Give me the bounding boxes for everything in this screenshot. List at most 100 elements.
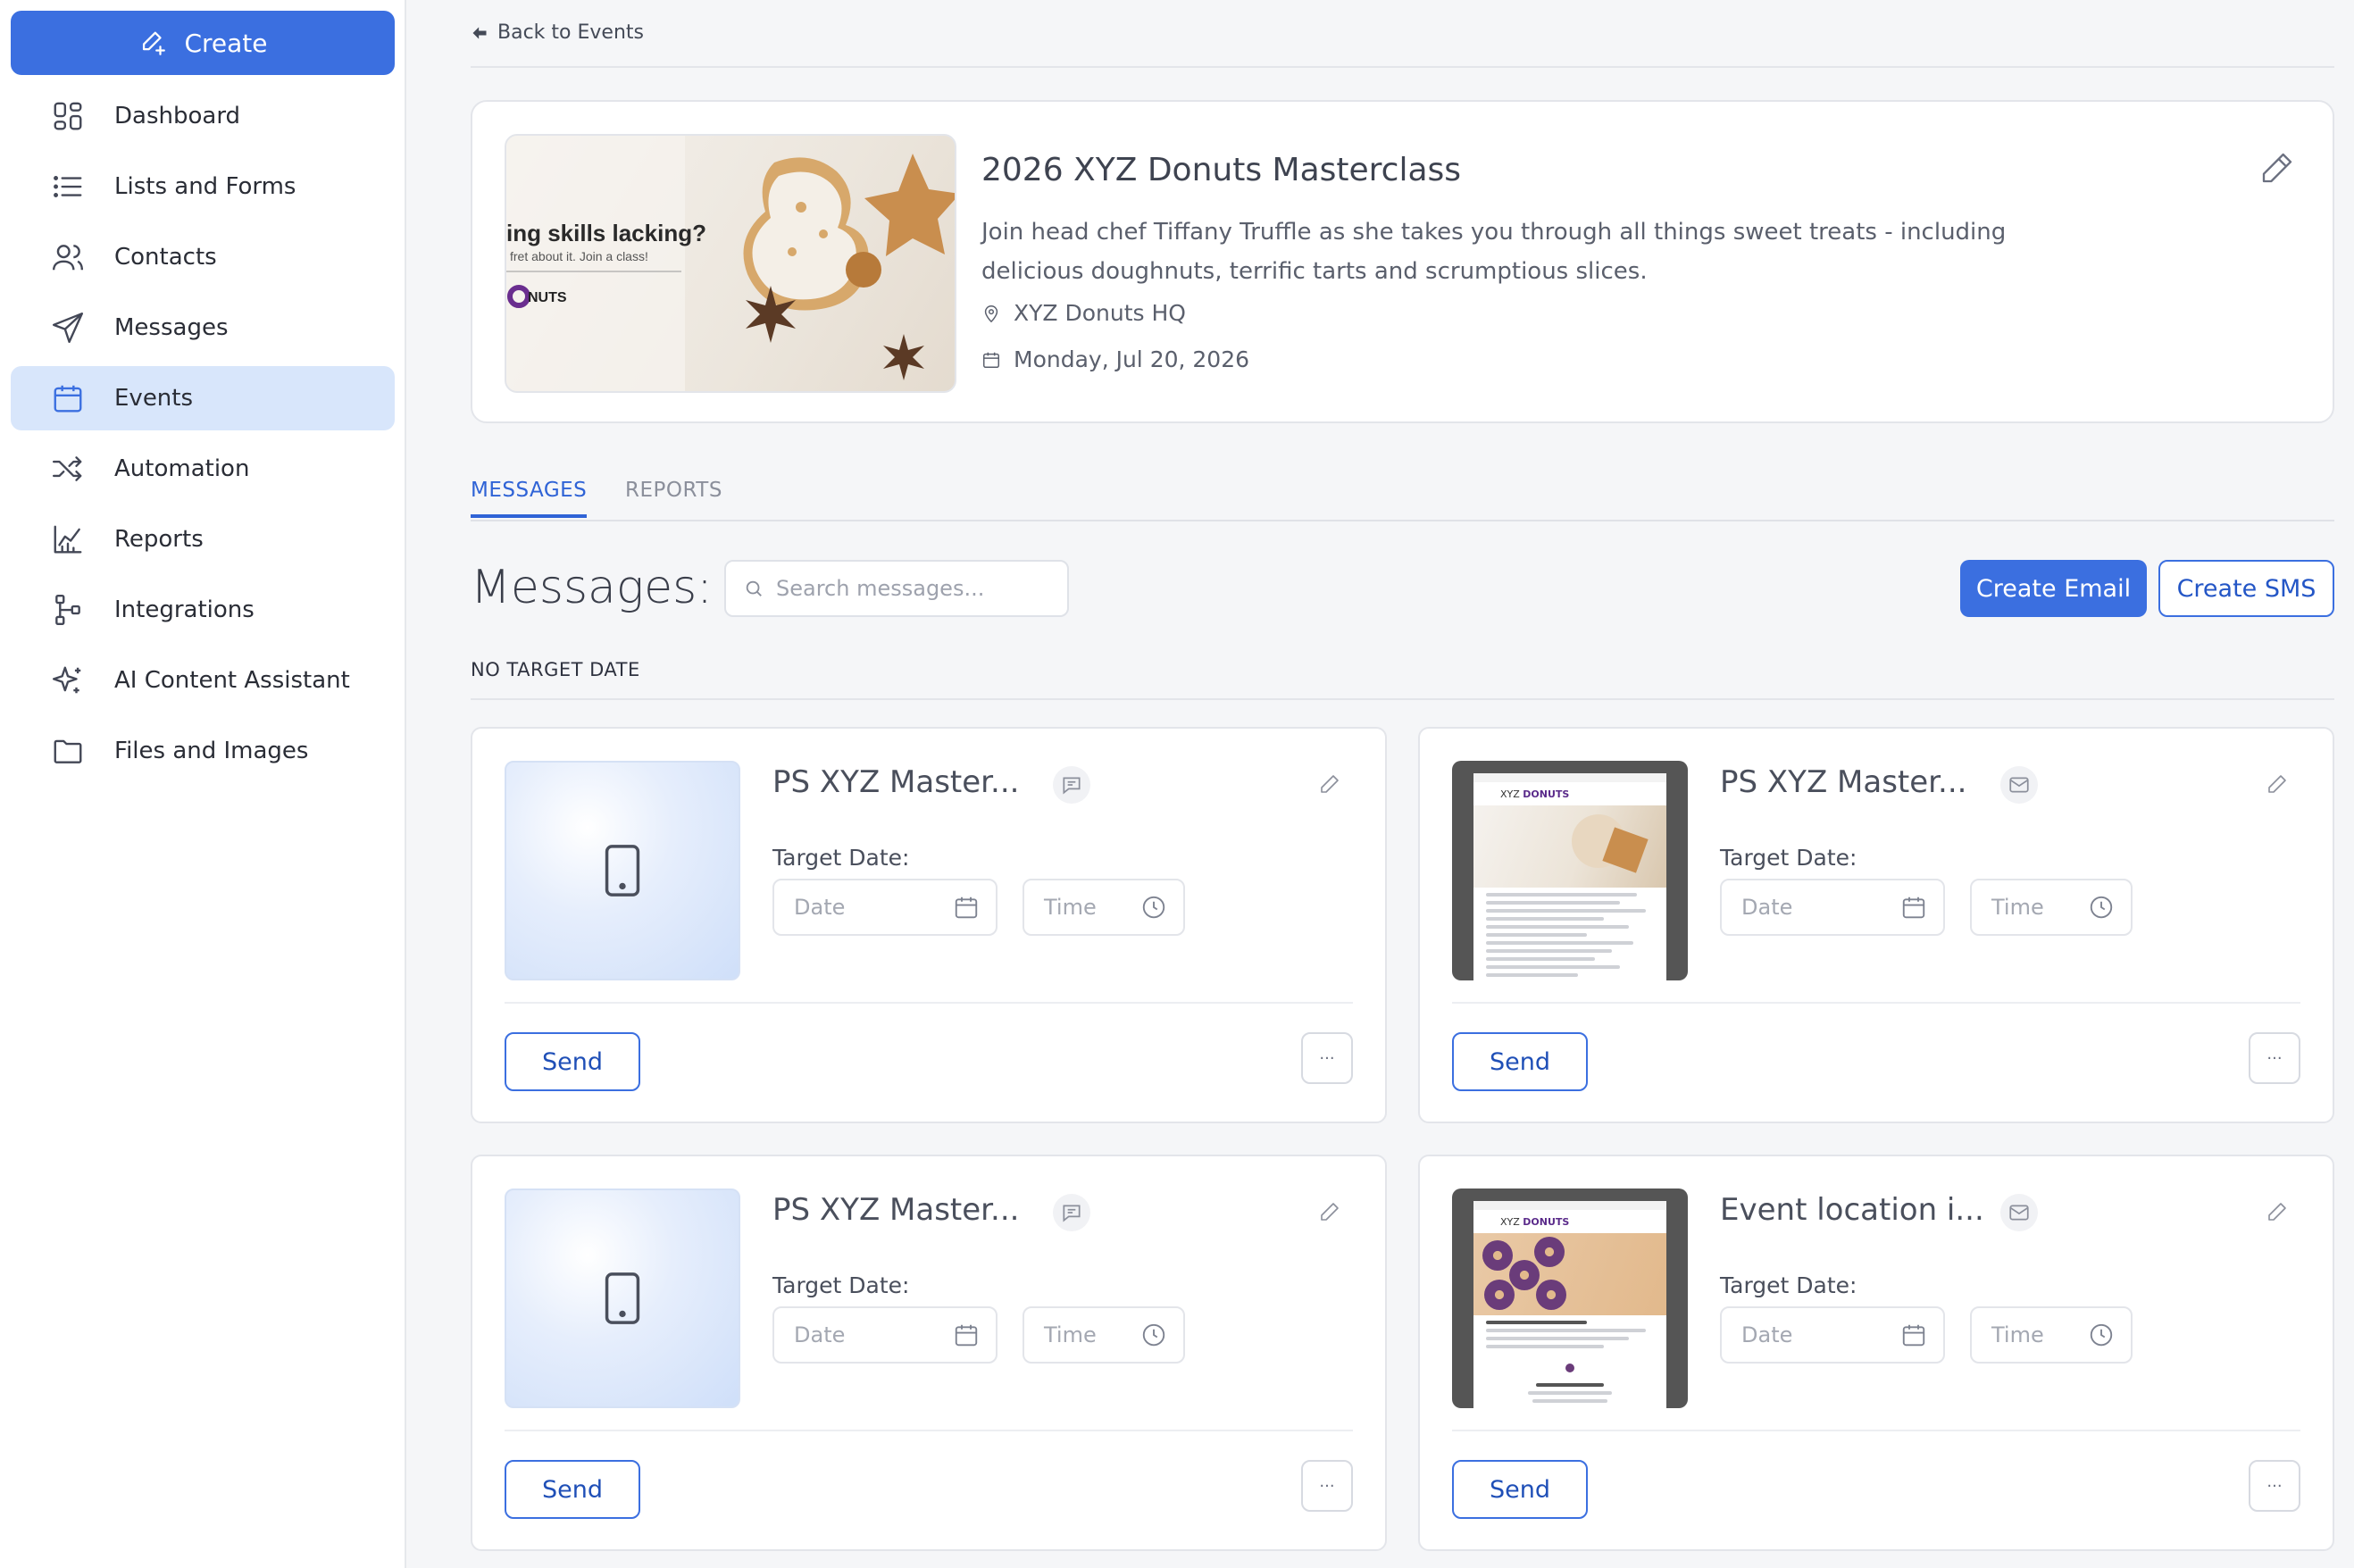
target-date-label: Target Date: [1720,845,1857,871]
sidebar-item-integrations[interactable]: Integrations [11,578,395,642]
time-field[interactable]: Time [1970,879,2133,936]
sidebar-item-lists-and-forms[interactable]: Lists and Forms [11,154,395,219]
sms-thumbnail[interactable] [505,761,740,980]
event-location-text: XYZ Donuts HQ [1014,300,1186,326]
date-field[interactable]: Date [772,879,998,936]
sidebar-item-label: Integrations [114,596,255,623]
more-options-button[interactable]: ··· [2249,1460,2300,1512]
message-title: Event location i... [1720,1192,1984,1228]
time-field[interactable]: Time [1023,879,1185,936]
email-type-icon [2000,1194,2038,1231]
email-thumbnail[interactable]: XYZ DONUTS [1452,761,1688,980]
time-placeholder: Time [1991,895,2044,920]
date-field[interactable]: Date [1720,879,1945,936]
sidebar-item-label: Contacts [114,244,217,271]
create-sms-button[interactable]: Create SMS [2158,560,2334,617]
event-title: 2026 XYZ Donuts Masterclass [981,152,1462,188]
message-card: XYZ DONUTS PS XYZ Master... Target Date:… [1418,727,2334,1123]
back-to-events-link[interactable]: Back to Events [471,21,644,44]
edit-event-pencil-icon[interactable] [2259,150,2295,186]
sidebar-item-files-and-images[interactable]: Files and Images [11,719,395,783]
time-placeholder: Time [1044,895,1097,920]
sms-type-icon [1053,766,1090,804]
target-date-label: Target Date: [772,845,910,871]
date-field[interactable]: Date [772,1306,998,1364]
time-field[interactable]: Time [1023,1306,1185,1364]
create-email-button[interactable]: Create Email [1960,560,2147,617]
send-button[interactable]: Send [505,1460,640,1519]
sms-thumbnail[interactable] [505,1189,740,1408]
clock-icon [2090,1323,2113,1347]
calendar-icon [50,380,86,416]
divider [471,66,2334,68]
tab-bar: MESSAGES REPORTS [471,473,2334,521]
target-date-label: Target Date: [772,1272,910,1298]
sidebar-item-messages[interactable]: Messages [11,296,395,360]
sidebar-item-dashboard[interactable]: Dashboard [11,84,395,148]
tab-messages[interactable]: MESSAGES [471,479,588,518]
send-button[interactable]: Send [1452,1460,1588,1519]
create-button-label: Create [184,28,268,58]
send-button[interactable]: Send [505,1032,640,1091]
calendar-icon [983,352,999,368]
calendar-icon [955,897,978,919]
time-field[interactable]: Time [1970,1306,2133,1364]
time-placeholder: Time [1044,1322,1097,1347]
create-button[interactable]: Create [11,11,395,75]
sidebar-item-label: Lists and Forms [114,173,296,200]
messages-heading: Messages: [471,561,713,614]
sidebar-item-automation[interactable]: Automation [11,437,395,501]
sidebar-item-label: Reports [114,526,204,553]
date-placeholder: Date [794,895,846,920]
more-options-button[interactable]: ··· [2249,1032,2300,1084]
time-placeholder: Time [1991,1322,2044,1347]
chart-icon [50,521,86,557]
more-options-button[interactable]: ··· [1301,1460,1353,1512]
main-content: Back to Events ing skills lacking? fret … [471,0,2334,1568]
event-description: Join head chef Tiffany Truffle as she ta… [981,219,2007,285]
divider [1452,1430,2300,1431]
event-location: XYZ Donuts HQ [981,300,1186,326]
clock-icon [1142,1323,1165,1347]
search-icon [746,580,762,596]
clock-icon [1142,896,1165,919]
edit-message-pencil-icon[interactable] [2266,1201,2288,1222]
email-type-icon [2000,766,2038,804]
edit-message-pencil-icon[interactable] [2266,773,2288,795]
send-button[interactable]: Send [1452,1032,1588,1091]
integrations-icon [50,592,86,628]
event-banner-art: ing skills lacking? fret about it. Join … [506,136,955,391]
sidebar-item-ai-content-assistant[interactable]: AI Content Assistant [11,648,395,713]
email-thumbnail[interactable]: XYZ DONUTS [1452,1189,1688,1408]
sidebar-item-reports[interactable]: Reports [11,507,395,571]
folder-icon [50,733,86,769]
clock-icon [2090,896,2113,919]
mobile-phone-icon [605,845,640,897]
calendar-icon [1902,1324,1925,1347]
date-field[interactable]: Date [1720,1306,1945,1364]
event-date: Monday, Jul 20, 2026 [981,346,1249,372]
date-placeholder: Date [1741,1322,1793,1347]
search-box [724,560,1069,617]
date-placeholder: Date [794,1322,846,1347]
edit-message-pencil-icon[interactable] [1319,1201,1340,1222]
sidebar-item-label: Dashboard [114,103,241,129]
divider [1452,1002,2300,1004]
edit-message-pencil-icon[interactable] [1319,773,1340,795]
message-card: PS XYZ Master... Target Date: Date Time … [471,727,1387,1123]
banner-subline: fret about it. Join a class! [510,249,648,263]
sms-type-icon [1053,1194,1090,1231]
sidebar-item-label: AI Content Assistant [114,667,350,694]
search-messages-input[interactable] [776,576,1062,601]
calendar-icon [955,1324,978,1347]
sidebar-item-label: Files and Images [114,738,309,764]
mobile-phone-icon [605,1272,640,1324]
tab-reports[interactable]: REPORTS [625,479,722,502]
more-options-button[interactable]: ··· [1301,1032,1353,1084]
sidebar-item-label: Messages [114,314,229,341]
message-card: PS XYZ Master... Target Date: Date Time … [471,1155,1387,1551]
sidebar-item-contacts[interactable]: Contacts [11,225,395,289]
sidebar-item-label: Automation [114,455,250,482]
divider [505,1002,1353,1004]
sidebar-item-events[interactable]: Events [11,366,395,430]
